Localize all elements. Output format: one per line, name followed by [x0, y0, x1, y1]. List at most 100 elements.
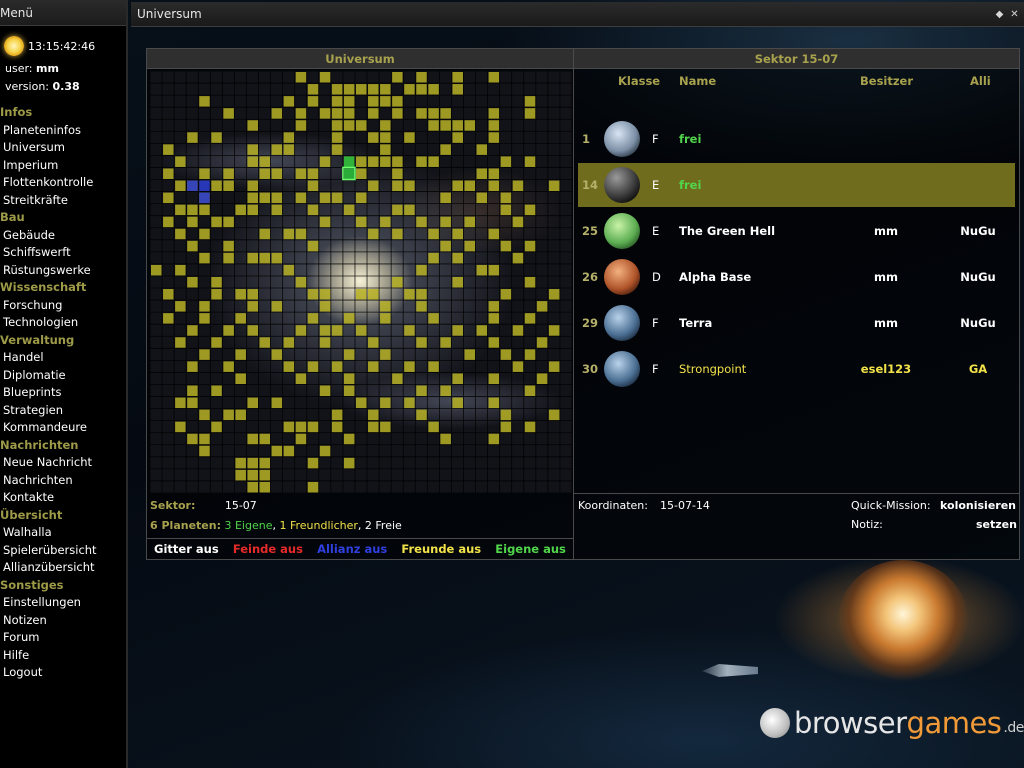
friend-sector-cell[interactable]: [223, 409, 234, 421]
friend-sector-cell[interactable]: [440, 120, 451, 131]
friend-sector-cell[interactable]: [331, 421, 343, 433]
friend-sector-cell[interactable]: [440, 216, 451, 228]
friend-sector-cell[interactable]: [223, 168, 234, 180]
friend-sector-cell[interactable]: [199, 96, 210, 107]
menu-item[interactable]: Handel: [0, 349, 126, 367]
friend-sector-cell[interactable]: [452, 325, 463, 336]
friend-sector-cell[interactable]: [392, 156, 403, 167]
friend-sector-cell[interactable]: [295, 373, 307, 384]
friend-sector-cell[interactable]: [500, 204, 512, 216]
friend-sector-cell[interactable]: [536, 301, 548, 312]
friend-sector-cell[interactable]: [187, 385, 198, 397]
friend-sector-cell[interactable]: [283, 96, 295, 107]
friend-sector-cell[interactable]: [452, 72, 463, 83]
friend-sector-cell[interactable]: [404, 180, 415, 192]
friend-sector-cell[interactable]: [283, 228, 295, 240]
friend-sector-cell[interactable]: [235, 349, 246, 360]
friend-sector-cell[interactable]: [404, 361, 415, 372]
friend-sector-cell[interactable]: [343, 433, 355, 445]
friend-sector-cell[interactable]: [452, 252, 463, 264]
planet-ringed-icon[interactable]: [604, 121, 640, 157]
friend-sector-cell[interactable]: [175, 264, 186, 276]
friend-sector-cell[interactable]: [343, 108, 355, 119]
friend-sector-cell[interactable]: [488, 264, 500, 276]
planet-owner[interactable]: mm: [856, 301, 916, 345]
menu-item[interactable]: Streitkräfte: [0, 192, 126, 210]
friend-sector-cell[interactable]: [392, 108, 403, 119]
friend-sector-cell[interactable]: [464, 240, 476, 252]
friend-sector-cell[interactable]: [524, 385, 536, 397]
friend-sector-cell[interactable]: [295, 325, 307, 336]
friend-sector-cell[interactable]: [319, 156, 331, 167]
friend-sector-cell[interactable]: [199, 228, 210, 240]
friend-sector-cell[interactable]: [307, 457, 319, 469]
friend-sector-cell[interactable]: [319, 337, 331, 348]
friend-sector-cell[interactable]: [307, 289, 319, 300]
friend-sector-cell[interactable]: [199, 168, 210, 180]
friend-sector-cell[interactable]: [247, 289, 259, 300]
menu-item[interactable]: Rüstungswerke: [0, 262, 126, 280]
friend-sector-cell[interactable]: [199, 409, 210, 421]
planet-name[interactable]: Alpha Base: [679, 255, 751, 299]
friend-sector-cell[interactable]: [368, 289, 379, 300]
sector-row[interactable]: 30 F Strongpoint esel123 GA: [578, 347, 1015, 391]
friend-sector-cell[interactable]: [307, 204, 319, 216]
friend-sector-cell[interactable]: [199, 301, 210, 312]
friend-sector-cell[interactable]: [187, 240, 198, 252]
friend-sector-cell[interactable]: [259, 192, 271, 204]
friend-sector-cell[interactable]: [524, 349, 536, 360]
friend-sector-cell[interactable]: [500, 156, 512, 167]
friend-sector-cell[interactable]: [355, 168, 367, 180]
friend-sector-cell[interactable]: [175, 156, 186, 167]
planet-name[interactable]: frei: [679, 117, 701, 161]
friend-sector-cell[interactable]: [380, 156, 391, 167]
friend-sector-cell[interactable]: [247, 120, 259, 131]
friend-sector-cell[interactable]: [452, 397, 463, 409]
toggle-filter-4[interactable]: Eigene aus: [495, 542, 566, 556]
menu-item[interactable]: Planeteninfos: [0, 122, 126, 140]
friend-sector-cell[interactable]: [295, 421, 307, 433]
friend-sector-cell[interactable]: [319, 72, 331, 83]
friend-sector-cell[interactable]: [512, 252, 524, 264]
friend-sector-cell[interactable]: [163, 289, 174, 300]
friend-sector-cell[interactable]: [404, 204, 415, 216]
friend-sector-cell[interactable]: [452, 84, 463, 95]
planet-owner[interactable]: esel123: [856, 347, 916, 391]
own-sector-cell[interactable]: [343, 156, 355, 167]
friend-sector-cell[interactable]: [235, 204, 246, 216]
menu-item[interactable]: Hilfe: [0, 647, 126, 665]
friend-sector-cell[interactable]: [295, 72, 307, 83]
friend-sector-cell[interactable]: [259, 481, 271, 493]
friend-sector-cell[interactable]: [368, 361, 379, 372]
friend-sector-cell[interactable]: [404, 132, 415, 143]
friend-sector-cell[interactable]: [380, 301, 391, 312]
friend-sector-cell[interactable]: [211, 337, 222, 348]
friend-sector-cell[interactable]: [283, 144, 295, 155]
friend-sector-cell[interactable]: [223, 108, 234, 119]
friend-sector-cell[interactable]: [343, 120, 355, 131]
friend-sector-cell[interactable]: [476, 168, 488, 180]
friend-sector-cell[interactable]: [440, 144, 451, 155]
friend-sector-cell[interactable]: [380, 84, 391, 95]
friend-sector-cell[interactable]: [271, 397, 283, 409]
menu-item[interactable]: Kontakte: [0, 489, 126, 507]
friend-sector-cell[interactable]: [355, 120, 367, 131]
planet-name[interactable]: frei: [679, 163, 701, 207]
friend-sector-cell[interactable]: [223, 361, 234, 372]
friend-sector-cell[interactable]: [404, 289, 415, 300]
friend-sector-cell[interactable]: [235, 373, 246, 384]
friend-sector-cell[interactable]: [500, 409, 512, 421]
friend-sector-cell[interactable]: [416, 264, 427, 276]
menu-item[interactable]: Neue Nachricht: [0, 454, 126, 472]
friend-sector-cell[interactable]: [307, 240, 319, 252]
friend-sector-cell[interactable]: [440, 192, 451, 204]
friend-sector-cell[interactable]: [295, 433, 307, 445]
friend-sector-cell[interactable]: [416, 84, 427, 95]
notiz-link[interactable]: setzen: [976, 515, 1017, 535]
friend-sector-cell[interactable]: [464, 349, 476, 360]
friend-sector-cell[interactable]: [440, 433, 451, 445]
sector-grid[interactable]: [150, 71, 572, 493]
friend-sector-cell[interactable]: [452, 373, 463, 384]
planet-alliance[interactable]: NuGu: [948, 301, 1008, 345]
friend-sector-cell[interactable]: [500, 349, 512, 360]
